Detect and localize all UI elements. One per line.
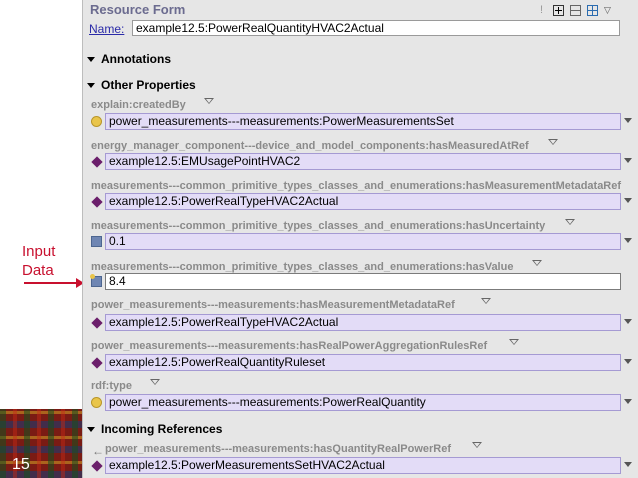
individual-diamond-icon bbox=[91, 317, 103, 329]
individual-diamond-icon bbox=[91, 357, 103, 369]
chevron-down-icon[interactable] bbox=[624, 399, 632, 404]
name-label[interactable]: Name: bbox=[89, 22, 124, 36]
individual-diamond-icon bbox=[91, 196, 103, 208]
section-incoming-references-label: Incoming References bbox=[101, 422, 223, 436]
section-incoming-references[interactable]: Incoming References bbox=[87, 422, 222, 436]
incoming-arrow-icon: ← bbox=[92, 444, 104, 458]
resource-form-panel: Resource Form ! ▽ Name: example12.5:Powe… bbox=[82, 0, 638, 478]
chevron-down-icon[interactable] bbox=[624, 238, 632, 243]
expand-triangle-icon[interactable] bbox=[87, 82, 95, 88]
property-value[interactable]: example12.5:PowerRealTypeHVAC2Actual bbox=[105, 193, 621, 210]
chevron-down-icon[interactable] bbox=[624, 319, 632, 324]
class-circle-icon bbox=[91, 116, 102, 127]
chevron-down-icon[interactable]: ▽ bbox=[604, 5, 615, 16]
incoming-property-label: power_measurements---measurements:hasQua… bbox=[105, 443, 452, 455]
section-annotations-label: Annotations bbox=[101, 52, 171, 66]
individual-diamond-icon bbox=[91, 460, 103, 472]
incoming-value[interactable]: example12.5:PowerMeasurementsSetHVAC2Act… bbox=[105, 457, 621, 474]
individual-diamond-icon bbox=[91, 156, 103, 168]
chevron-down-icon[interactable] bbox=[150, 379, 160, 385]
grid-view-icon[interactable] bbox=[587, 4, 598, 16]
property-label: explain:createdBy bbox=[91, 99, 186, 111]
property-label: measurements---common_primitive_types_cl… bbox=[91, 180, 622, 192]
property-value[interactable]: example12.5:PowerRealTypeHVAC2Actual bbox=[105, 314, 621, 331]
chevron-down-icon[interactable] bbox=[532, 260, 542, 266]
chevron-down-icon[interactable] bbox=[565, 219, 575, 225]
split-horizontal-icon[interactable] bbox=[570, 4, 581, 16]
input-data-annotation: Input Data bbox=[22, 242, 55, 280]
property-value-input[interactable]: 8.4 bbox=[105, 273, 621, 290]
property-label: power_measurements---measurements:hasMea… bbox=[91, 299, 455, 311]
property-value[interactable]: 0.1 bbox=[105, 233, 621, 250]
slide-number: 15 bbox=[12, 456, 30, 473]
property-label: measurements---common_primitive_types_cl… bbox=[91, 261, 514, 273]
property-value[interactable]: power_measurements---measurements:PowerR… bbox=[105, 394, 621, 411]
property-value[interactable]: power_measurements---measurements:PowerM… bbox=[105, 113, 621, 130]
chevron-down-icon[interactable] bbox=[548, 139, 558, 145]
property-label: energy_manager_component---device_and_mo… bbox=[91, 140, 529, 152]
form-toolbar: ! ▽ bbox=[536, 3, 615, 17]
chevron-down-icon[interactable] bbox=[624, 359, 632, 364]
chevron-down-icon[interactable] bbox=[204, 98, 214, 104]
expand-triangle-icon[interactable] bbox=[87, 426, 95, 432]
chevron-down-icon[interactable] bbox=[624, 158, 632, 163]
annotation-line1: Input bbox=[22, 243, 56, 260]
property-label: power_measurements---measurements:hasRea… bbox=[91, 340, 488, 352]
class-circle-icon bbox=[91, 397, 102, 408]
chevron-down-icon[interactable] bbox=[481, 298, 491, 304]
section-annotations[interactable]: Annotations bbox=[87, 52, 171, 66]
chevron-down-icon[interactable] bbox=[509, 339, 519, 345]
property-value[interactable]: example12.5:EMUsagePointHVAC2 bbox=[105, 153, 621, 170]
form-title: Resource Form bbox=[90, 2, 186, 17]
name-field[interactable]: example12.5:PowerRealQuantityHVAC2Actual bbox=[132, 20, 620, 36]
warning-icon[interactable]: ! bbox=[536, 4, 547, 16]
add-icon[interactable] bbox=[553, 4, 564, 16]
section-other-properties-label: Other Properties bbox=[101, 78, 196, 92]
annotation-arrow-icon bbox=[24, 278, 84, 288]
chevron-down-icon[interactable] bbox=[624, 198, 632, 203]
property-label: measurements---common_primitive_types_cl… bbox=[91, 220, 546, 232]
slide-margin: Input Data 15 bbox=[0, 0, 84, 478]
property-value[interactable]: example12.5:PowerRealQuantityRuleset bbox=[105, 354, 621, 371]
literal-tag-icon bbox=[90, 274, 102, 287]
chevron-down-icon[interactable] bbox=[624, 118, 632, 123]
chevron-down-icon[interactable] bbox=[472, 442, 482, 448]
expand-triangle-icon[interactable] bbox=[87, 56, 95, 62]
chevron-down-icon[interactable] bbox=[624, 462, 632, 467]
property-label: rdf:type bbox=[91, 380, 132, 392]
section-other-properties[interactable]: Other Properties bbox=[87, 78, 196, 92]
literal-square-icon bbox=[91, 236, 102, 247]
